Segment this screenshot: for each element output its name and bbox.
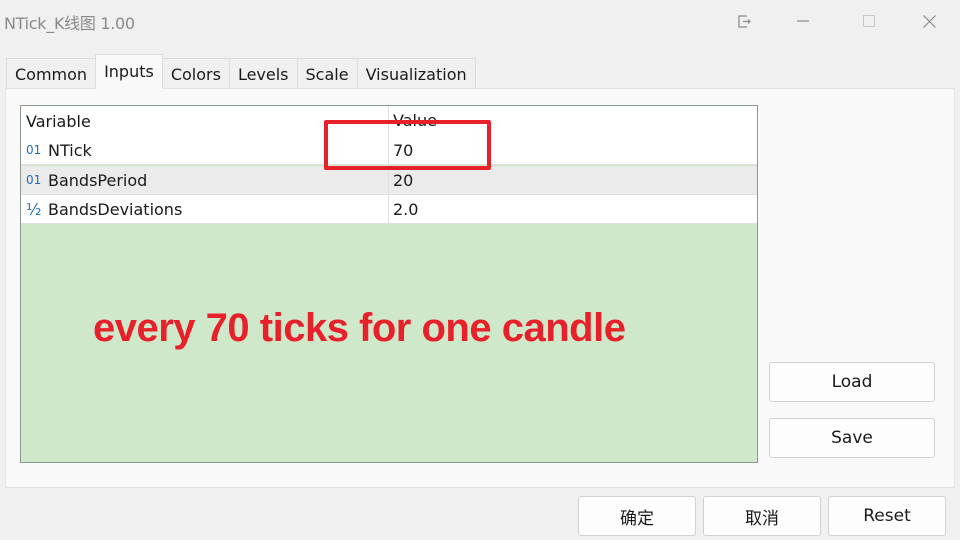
restore-export-button[interactable] [722, 6, 768, 36]
variable-name: BandsPeriod [48, 170, 148, 190]
restore-export-icon [738, 14, 751, 28]
tab-visualization[interactable]: Visualization [356, 58, 476, 89]
double-type-icon: ½ [26, 199, 42, 219]
integer-type-icon: 01 [26, 142, 42, 157]
tab-inputs[interactable]: Inputs [95, 54, 163, 89]
integer-type-icon: 01 [26, 172, 42, 187]
close-icon [922, 14, 936, 28]
variable-name: NTick [48, 140, 92, 160]
variable-cell: 01 BandsPeriod [21, 166, 389, 194]
value-cell[interactable]: 2.0 [389, 195, 757, 223]
title-bar: NTick_K线图 1.00 [0, 0, 960, 42]
annotation-text: every 70 ticks for one candle [93, 306, 626, 350]
table-row[interactable]: ½ BandsDeviations 2.0 [21, 195, 757, 224]
ok-button[interactable]: 确定 [578, 496, 696, 536]
close-button[interactable] [906, 6, 952, 36]
minimize-button[interactable] [780, 6, 826, 36]
reset-button[interactable]: Reset [828, 496, 946, 536]
cancel-button[interactable]: 取消 [703, 496, 821, 536]
maximize-button[interactable] [846, 6, 892, 36]
save-button[interactable]: Save [769, 418, 935, 458]
variable-name: BandsDeviations [48, 199, 183, 219]
value-cell[interactable]: 20 [389, 166, 757, 194]
tab-common[interactable]: Common [6, 58, 97, 89]
load-button[interactable]: Load [769, 362, 935, 402]
tab-colors[interactable]: Colors [161, 58, 230, 89]
minimize-icon [797, 20, 809, 22]
variable-cell: ½ BandsDeviations [21, 195, 389, 223]
tab-levels[interactable]: Levels [228, 58, 298, 89]
highlight-annotation-box [324, 120, 491, 170]
tab-scale[interactable]: Scale [296, 58, 358, 89]
table-row[interactable]: 01 BandsPeriod 20 [21, 166, 757, 195]
tab-bar: Common Inputs Colors Levels Scale Visual… [6, 54, 476, 89]
window-title: NTick_K线图 1.00 [4, 14, 135, 33]
maximize-icon [863, 15, 875, 27]
